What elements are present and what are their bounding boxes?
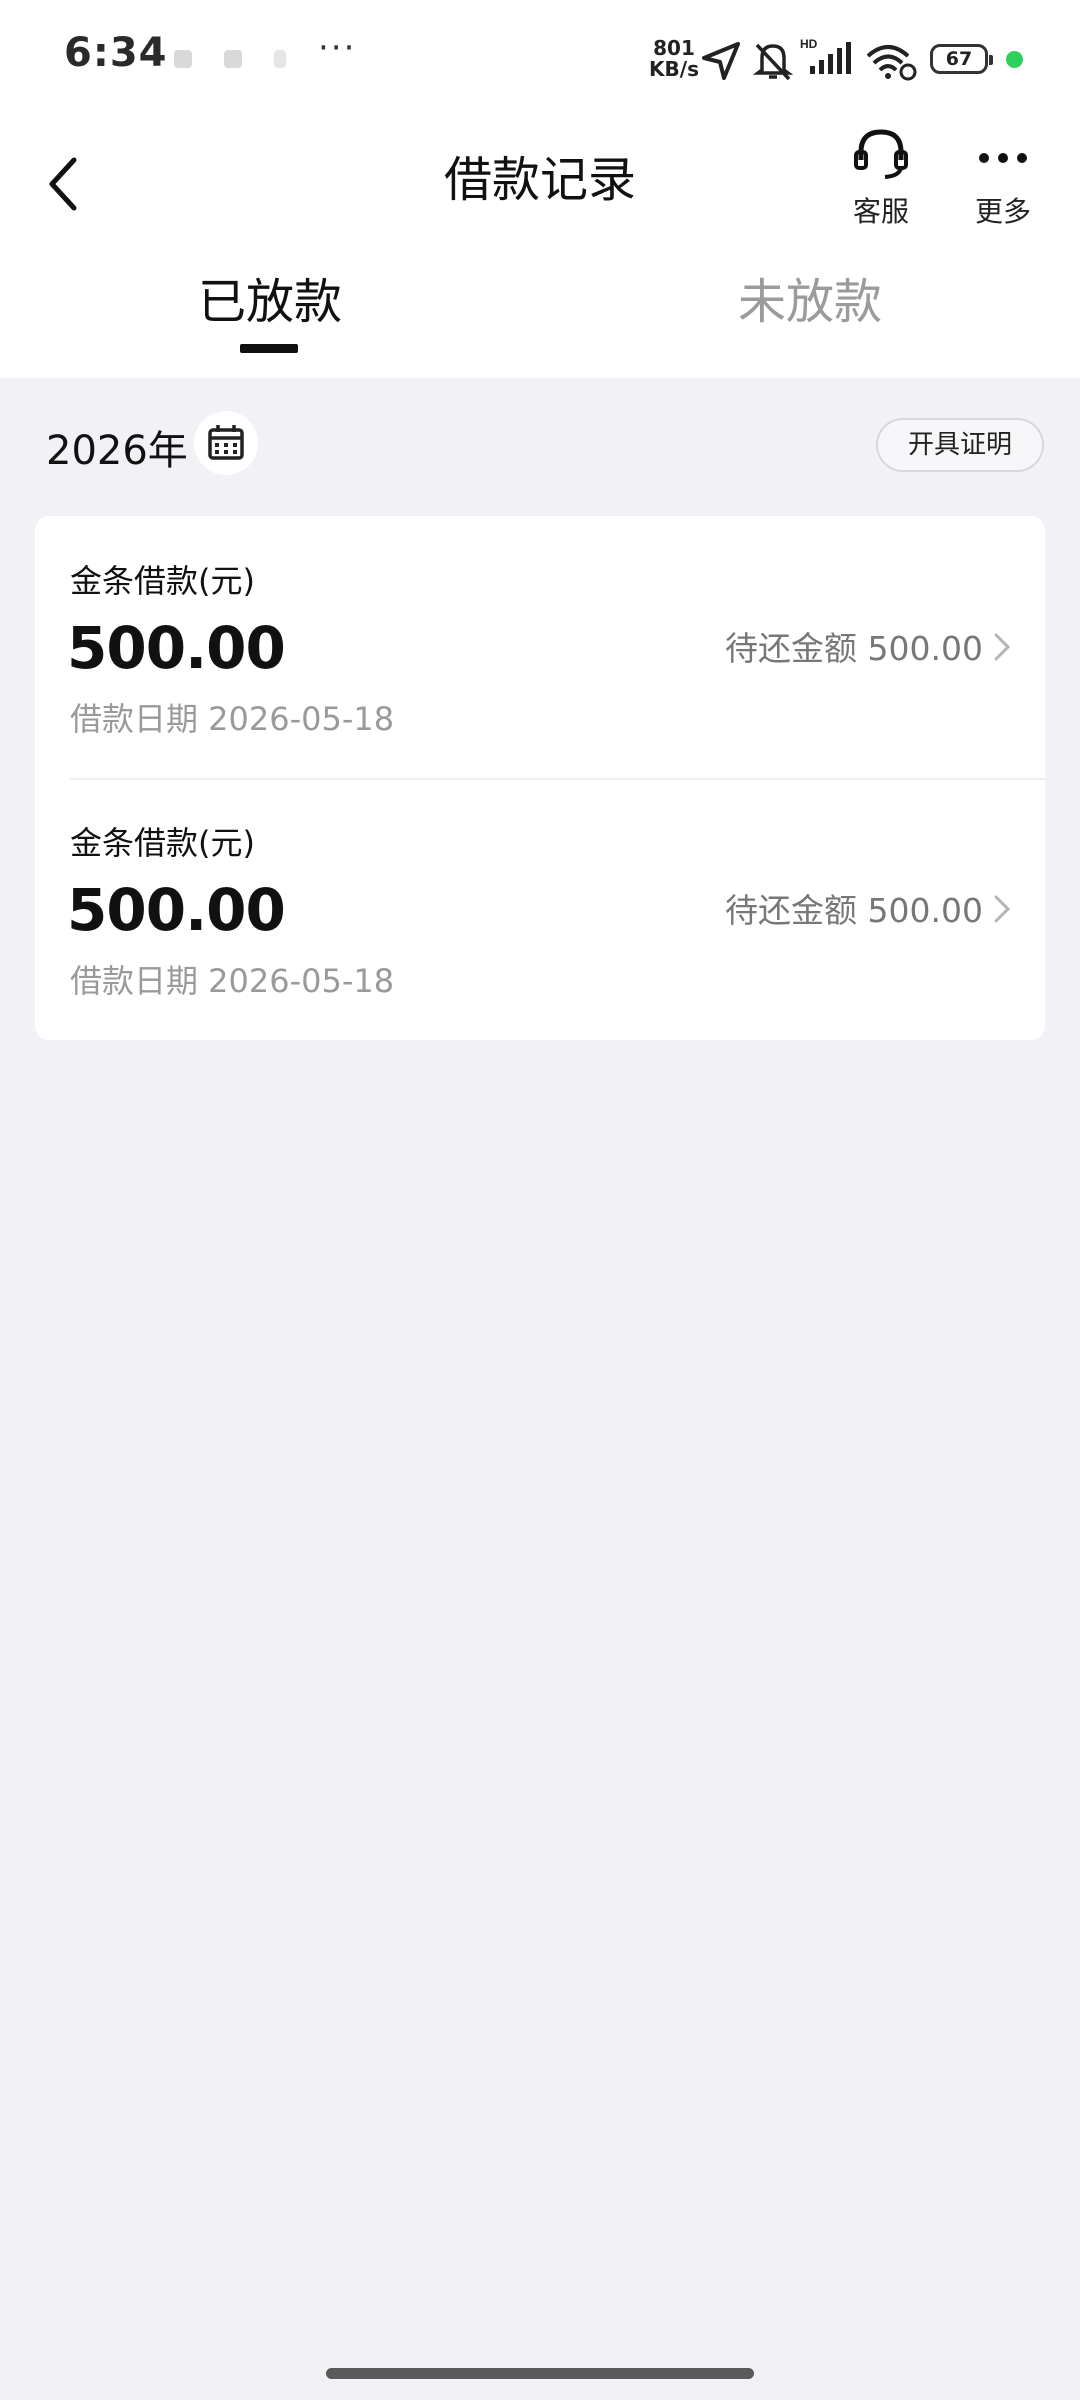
navigation-bar: 借款记录 客服 更多 <box>0 118 1080 248</box>
signal-hd-icon: HD <box>800 37 851 74</box>
loan-title: 金条借款(元) <box>70 562 255 600</box>
status-bar: 6:34 ··· 801 KB/s HD 67 <box>0 0 1080 118</box>
more-label: 更多 <box>974 195 1031 228</box>
customer-service-button[interactable]: 客服 <box>826 124 936 230</box>
home-indicator[interactable] <box>326 2368 754 2379</box>
year-filter-label[interactable]: 2026年 <box>46 418 188 476</box>
network-speed-value: 801 <box>653 36 695 60</box>
screen: 6:34 ··· 801 KB/s HD 67 借款记录 客服 更多 已放款 未… <box>0 0 1080 2400</box>
loan-date: 借款日期 2026-05-18 <box>70 962 395 1000</box>
chevron-right-icon <box>994 895 1011 923</box>
headset-icon <box>854 129 908 179</box>
loan-amount: 500.00 <box>67 876 286 944</box>
notification-icon <box>274 50 286 68</box>
loan-date: 借款日期 2026-05-18 <box>70 700 395 738</box>
more-button[interactable]: 更多 <box>948 124 1058 230</box>
active-tab-indicator <box>240 344 298 353</box>
tab-bar: 已放款 未放款 <box>0 248 1080 378</box>
issue-certificate-button[interactable]: 开具证明 <box>876 418 1044 472</box>
more-horizontal-icon <box>979 153 1027 163</box>
battery-icon: 67 <box>930 44 993 74</box>
tab-disbursed[interactable]: 已放款 <box>120 262 420 332</box>
notification-icon <box>174 50 192 68</box>
location-icon <box>702 42 740 80</box>
privacy-indicator-dot <box>1006 51 1023 68</box>
more-notifications-icon: ··· <box>318 28 357 68</box>
chevron-right-icon <box>994 633 1011 661</box>
repay-amount: 待还金额 500.00 <box>725 629 983 668</box>
network-speed-unit: KB/s <box>649 57 699 81</box>
customer-service-label: 客服 <box>852 195 909 228</box>
notification-icon <box>224 50 242 68</box>
svg-text:HD: HD <box>800 37 818 51</box>
loan-title: 金条借款(元) <box>70 824 255 862</box>
status-time: 6:34 <box>64 30 168 76</box>
repay-amount: 待还金额 500.00 <box>725 891 983 930</box>
loan-record[interactable]: 金条借款(元) 500.00 借款日期 2026-05-18 待还金额 500.… <box>35 516 1045 778</box>
wifi-icon <box>866 45 917 81</box>
calendar-button[interactable] <box>194 411 258 475</box>
loan-record[interactable]: 金条借款(元) 500.00 借款日期 2026-05-18 待还金额 500.… <box>35 778 1045 1040</box>
calendar-icon <box>208 425 244 460</box>
loan-list-card: 金条借款(元) 500.00 借款日期 2026-05-18 待还金额 500.… <box>35 516 1046 1040</box>
network-speed: 801 KB/s <box>644 38 704 80</box>
mute-bell-icon <box>752 43 794 81</box>
loan-amount: 500.00 <box>67 614 286 682</box>
tab-not-disbursed[interactable]: 未放款 <box>660 262 960 332</box>
